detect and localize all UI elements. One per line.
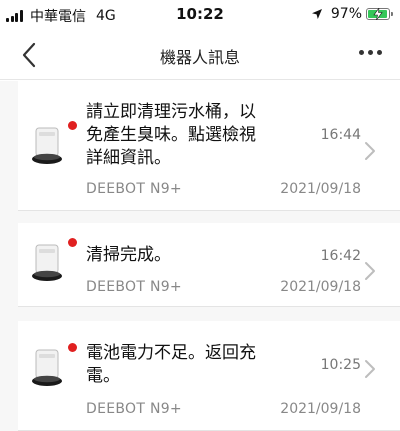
- battery-percent: 97%: [330, 6, 362, 22]
- bolt-icon: [373, 8, 383, 20]
- notification-time: 10:25: [320, 357, 361, 373]
- notification-item[interactable]: 電池電力不足。返回充電。 10:25 DEEBOT N9+ 2021/09/18: [18, 321, 400, 431]
- robot-vacuum-icon: [32, 244, 62, 281]
- notification-message: 電池電力不足。返回充電。: [86, 343, 256, 386]
- notification-message: 請立即清理污水桶，以免產生臭味。點選檢視詳細資訊。: [86, 102, 256, 168]
- notification-message: 清掃完成。: [86, 245, 171, 265]
- notification-time: 16:42: [320, 248, 361, 264]
- chevron-right-icon: [365, 262, 375, 280]
- notification-date: 2021/09/18: [280, 401, 361, 417]
- device-name: DEEBOT N9+: [86, 401, 182, 417]
- battery-charging-icon: [366, 8, 393, 20]
- status-bar: 中華電信 4G 10:22 97%: [0, 0, 400, 30]
- device-name: DEEBOT N9+: [86, 181, 182, 197]
- notification-time: 16:44: [320, 127, 361, 143]
- chevron-right-icon: [365, 360, 375, 378]
- more-dot: [377, 50, 382, 55]
- chevron-right-icon: [365, 142, 375, 160]
- notification-item[interactable]: 請立即清理污水桶，以免產生臭味。點選檢視詳細資訊。 16:44 DEEBOT N…: [18, 81, 400, 211]
- more-horizontal-icon: [359, 50, 364, 55]
- notification-item[interactable]: 清掃完成。 16:42 DEEBOT N9+ 2021/09/18: [18, 223, 400, 307]
- location-arrow-icon: [311, 9, 322, 19]
- robot-vacuum-icon: [32, 349, 62, 386]
- unread-dot: [68, 343, 77, 352]
- unread-dot: [68, 121, 77, 130]
- device-name: DEEBOT N9+: [86, 279, 182, 295]
- page-title: 機器人訊息: [159, 48, 240, 67]
- status-right: 97%: [311, 6, 393, 22]
- battery-nub: [391, 12, 393, 16]
- robot-vacuum-icon: [32, 127, 62, 164]
- more-dot: [368, 50, 373, 55]
- more-options-button[interactable]: [355, 50, 382, 55]
- notification-date: 2021/09/18: [280, 279, 361, 295]
- unread-dot: [68, 238, 77, 247]
- navigation-bar: 機器人訊息: [0, 30, 400, 80]
- notification-date: 2021/09/18: [280, 181, 361, 197]
- notification-list: 請立即清理污水桶，以免產生臭味。點選檢視詳細資訊。 16:44 DEEBOT N…: [0, 81, 400, 431]
